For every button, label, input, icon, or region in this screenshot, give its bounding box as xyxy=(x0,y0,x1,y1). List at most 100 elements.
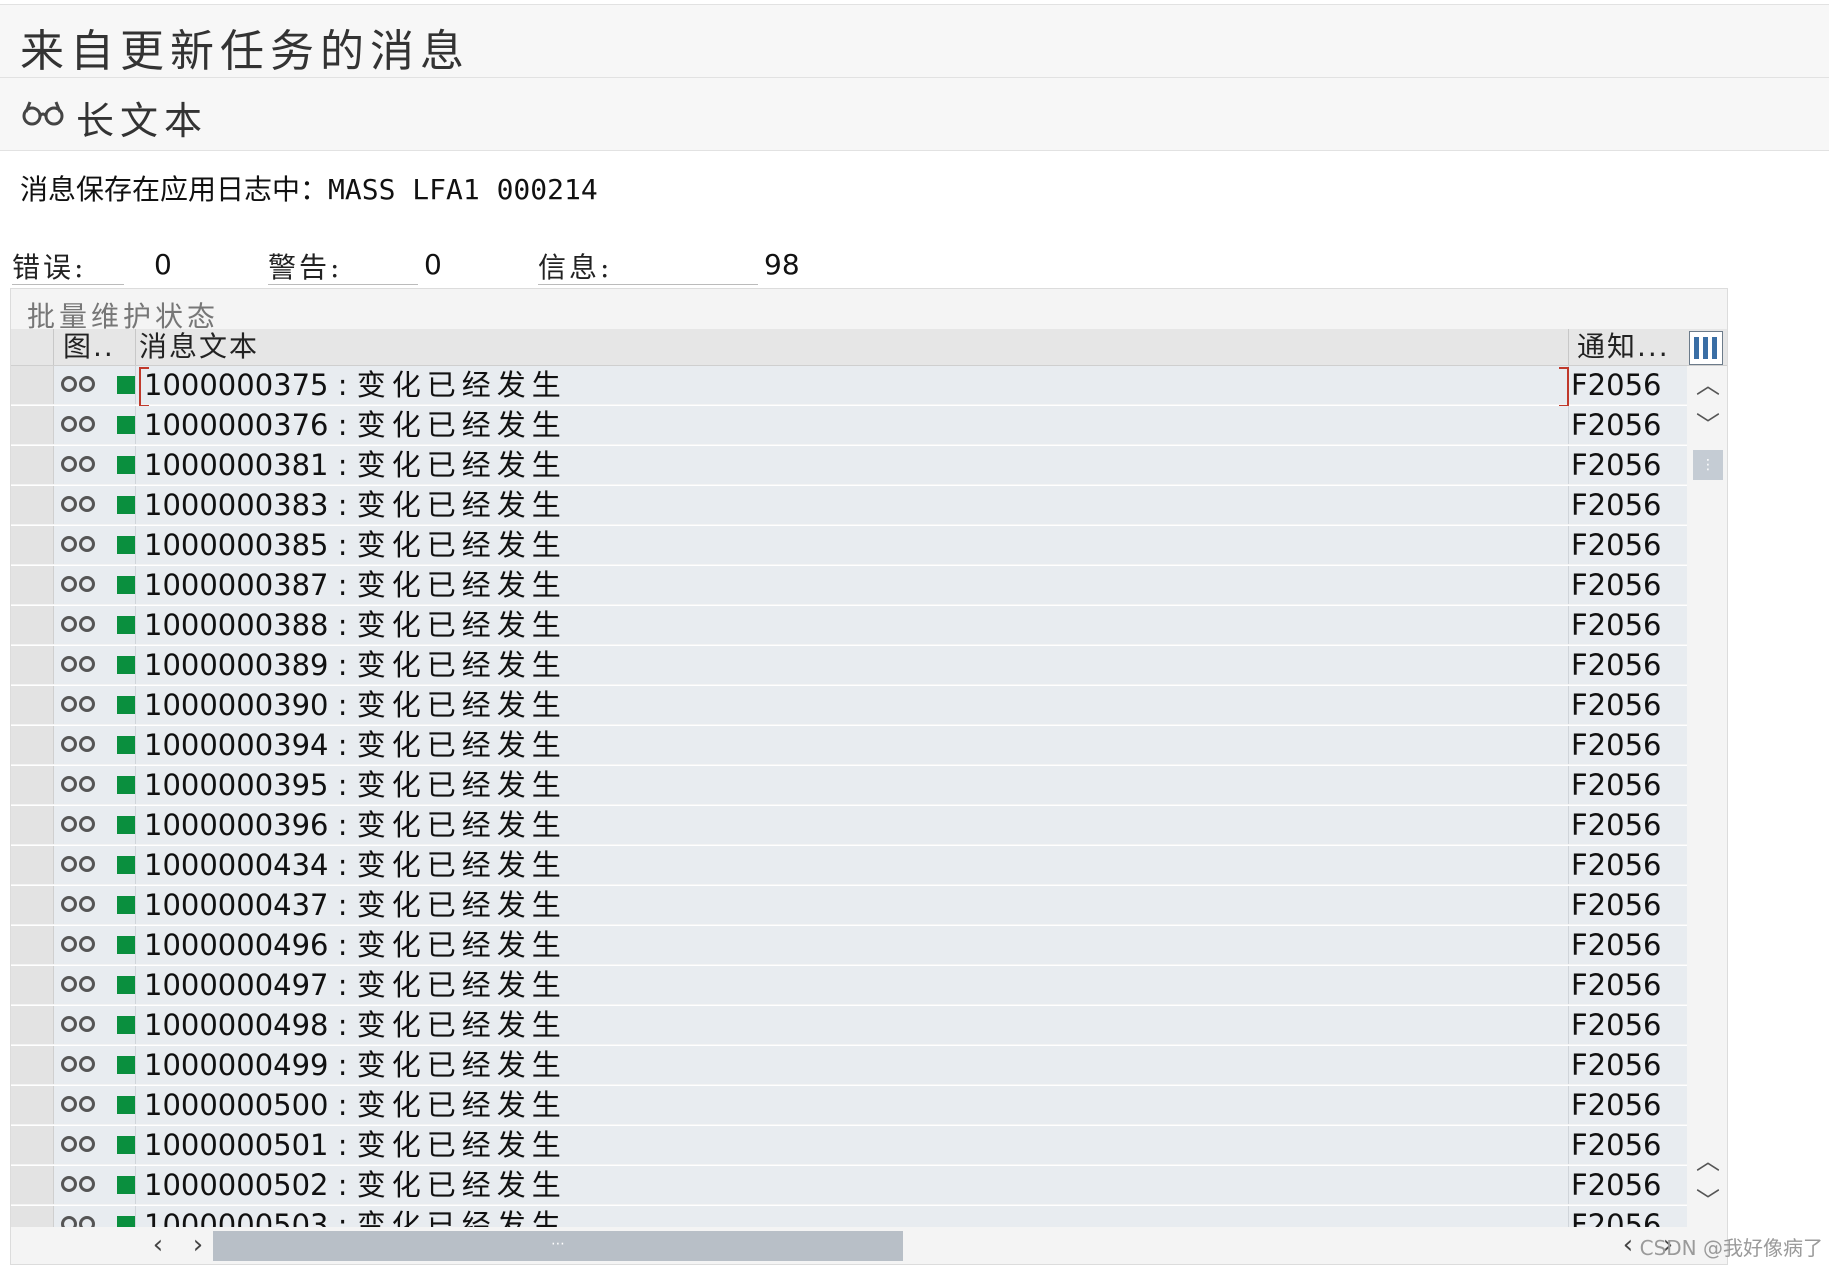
table-row[interactable]: 1000000395 : 变化已经发生 F2056 xyxy=(11,766,1687,806)
long-text-button[interactable]: 长文本 xyxy=(76,90,208,145)
horizontal-scrollbar[interactable]: ‹ › ⋯ ‹ › xyxy=(11,1227,1727,1264)
message-text[interactable]: 1000000499 : 变化已经发生 xyxy=(144,1046,567,1084)
message-text[interactable]: 1000000375 : 变化已经发生 xyxy=(144,366,567,404)
scroll-right-icon[interactable]: › xyxy=(183,1227,213,1264)
message-text[interactable]: 1000000376 : 变化已经发生 xyxy=(144,406,567,444)
notification-number[interactable]: F2056 xyxy=(1571,966,1661,1004)
column-header-icon[interactable]: 图.. xyxy=(63,329,115,365)
row-selector[interactable] xyxy=(11,1166,54,1204)
message-text[interactable]: 1000000381 : 变化已经发生 xyxy=(144,446,567,484)
table-row[interactable]: 1000000396 : 变化已经发生 F2056 xyxy=(11,806,1687,846)
row-selector[interactable] xyxy=(11,1046,54,1084)
row-selector[interactable] xyxy=(11,526,54,564)
notification-number[interactable]: F2056 xyxy=(1571,726,1661,764)
row-selector[interactable] xyxy=(11,406,54,444)
vertical-scrollbar[interactable]: ︿ ﹀ ⋮ ︿ ﹀ xyxy=(1689,366,1727,1226)
table-row[interactable]: 1000000501 : 变化已经发生 F2056 xyxy=(11,1126,1687,1166)
column-header-message[interactable]: 消息文本 xyxy=(139,329,259,365)
table-row[interactable]: 1000000375 : 变化已经发生 F2056 xyxy=(11,366,1687,407)
column-settings-icon[interactable] xyxy=(1689,331,1723,365)
message-text[interactable]: 1000000395 : 变化已经发生 xyxy=(144,766,567,804)
notification-number[interactable]: F2056 xyxy=(1571,926,1661,964)
table-row[interactable]: 1000000497 : 变化已经发生 F2056 xyxy=(11,966,1687,1006)
table-row[interactable]: 1000000390 : 变化已经发生 F2056 xyxy=(11,686,1687,726)
notification-number[interactable]: F2056 xyxy=(1571,486,1661,524)
message-text[interactable]: 1000000501 : 变化已经发生 xyxy=(144,1126,567,1164)
scroll-down-icon[interactable]: ﹀ xyxy=(1693,1186,1723,1216)
row-selector[interactable] xyxy=(11,486,54,524)
table-row[interactable]: 1000000389 : 变化已经发生 F2056 xyxy=(11,646,1687,686)
row-selector[interactable] xyxy=(11,886,54,924)
message-text[interactable]: 1000000389 : 变化已经发生 xyxy=(144,646,567,684)
message-text[interactable]: 1000000500 : 变化已经发生 xyxy=(144,1086,567,1124)
scroll-left-icon[interactable]: ‹ xyxy=(143,1227,173,1264)
message-text[interactable]: 1000000434 : 变化已经发生 xyxy=(144,846,567,884)
table-row[interactable]: 1000000434 : 变化已经发生 F2056 xyxy=(11,846,1687,886)
row-selector[interactable] xyxy=(11,806,54,844)
table-row[interactable]: 1000000437 : 变化已经发生 F2056 xyxy=(11,886,1687,926)
table-row[interactable]: 1000000376 : 变化已经发生 F2056 xyxy=(11,406,1687,446)
glasses-icon[interactable] xyxy=(22,98,64,128)
table-row[interactable]: 1000000496 : 变化已经发生 F2056 xyxy=(11,926,1687,966)
notification-number[interactable]: F2056 xyxy=(1571,1126,1661,1164)
notification-number[interactable]: F2056 xyxy=(1571,1166,1661,1204)
table-row[interactable]: 1000000383 : 变化已经发生 F2056 xyxy=(11,486,1687,526)
message-text[interactable]: 1000000496 : 变化已经发生 xyxy=(144,926,567,964)
row-selector[interactable] xyxy=(11,646,54,684)
scroll-down-icon[interactable]: ﹀ xyxy=(1693,410,1723,440)
message-text[interactable]: 1000000437 : 变化已经发生 xyxy=(144,886,567,924)
row-selector[interactable] xyxy=(11,1126,54,1164)
row-selector[interactable] xyxy=(11,686,54,724)
notification-number[interactable]: F2056 xyxy=(1571,766,1661,804)
row-selector[interactable] xyxy=(11,446,54,484)
message-text[interactable]: 1000000497 : 变化已经发生 xyxy=(144,966,567,1004)
notification-number[interactable]: F2056 xyxy=(1571,406,1661,444)
notification-number[interactable]: F2056 xyxy=(1571,886,1661,924)
row-selector[interactable] xyxy=(11,1086,54,1124)
row-selector[interactable] xyxy=(11,726,54,764)
scroll-up-icon[interactable]: ︿ xyxy=(1693,1146,1723,1176)
message-text[interactable]: 1000000502 : 变化已经发生 xyxy=(144,1166,567,1204)
message-text[interactable]: 1000000388 : 变化已经发生 xyxy=(144,606,567,644)
notification-number[interactable]: F2056 xyxy=(1571,806,1661,844)
message-text[interactable]: 1000000383 : 变化已经发生 xyxy=(144,486,567,524)
notification-number[interactable]: F2056 xyxy=(1571,1086,1661,1124)
notification-number[interactable]: F2056 xyxy=(1571,566,1661,604)
row-selector[interactable] xyxy=(11,966,54,1004)
message-text[interactable]: 1000000396 : 变化已经发生 xyxy=(144,806,567,844)
notification-number[interactable]: F2056 xyxy=(1571,446,1661,484)
table-row[interactable]: 1000000387 : 变化已经发生 F2056 xyxy=(11,566,1687,606)
notification-number[interactable]: F2056 xyxy=(1571,686,1661,724)
table-row[interactable]: 1000000388 : 变化已经发生 F2056 xyxy=(11,606,1687,646)
table-row[interactable]: 1000000381 : 变化已经发生 F2056 xyxy=(11,446,1687,486)
notification-number[interactable]: F2056 xyxy=(1571,606,1661,644)
table-row[interactable]: 1000000498 : 变化已经发生 F2056 xyxy=(11,1006,1687,1046)
message-text[interactable]: 1000000394 : 变化已经发生 xyxy=(144,726,567,764)
column-header-notification[interactable]: 通知... xyxy=(1577,329,1670,365)
table-row[interactable]: 1000000500 : 变化已经发生 F2056 xyxy=(11,1086,1687,1126)
row-selector[interactable] xyxy=(11,926,54,964)
row-selector[interactable] xyxy=(11,606,54,644)
notification-number[interactable]: F2056 xyxy=(1571,846,1661,884)
notification-number[interactable]: F2056 xyxy=(1571,1006,1661,1044)
row-selector[interactable] xyxy=(11,766,54,804)
message-text[interactable]: 1000000387 : 变化已经发生 xyxy=(144,566,567,604)
notification-number[interactable]: F2056 xyxy=(1571,366,1661,404)
horizontal-scroll-thumb[interactable]: ⋯ xyxy=(213,1231,903,1261)
notification-number[interactable]: F2056 xyxy=(1571,526,1661,564)
row-selector[interactable] xyxy=(11,1006,54,1044)
row-selector[interactable] xyxy=(11,846,54,884)
message-text[interactable]: 1000000385 : 变化已经发生 xyxy=(144,526,567,564)
message-text[interactable]: 1000000390 : 变化已经发生 xyxy=(144,686,567,724)
table-row[interactable]: 1000000385 : 变化已经发生 F2056 xyxy=(11,526,1687,566)
message-text[interactable]: 1000000498 : 变化已经发生 xyxy=(144,1006,567,1044)
table-row[interactable]: 1000000499 : 变化已经发生 F2056 xyxy=(11,1046,1687,1086)
table-row[interactable]: 1000000502 : 变化已经发生 F2056 xyxy=(11,1166,1687,1206)
scroll-up-icon[interactable]: ︿ xyxy=(1693,370,1723,400)
notification-number[interactable]: F2056 xyxy=(1571,1046,1661,1084)
notification-number[interactable]: F2056 xyxy=(1571,646,1661,684)
table-row[interactable]: 1000000394 : 变化已经发生 F2056 xyxy=(11,726,1687,766)
row-selector[interactable] xyxy=(11,566,54,604)
row-selector[interactable] xyxy=(11,366,54,404)
scroll-left-icon[interactable]: ‹ xyxy=(1613,1227,1643,1264)
